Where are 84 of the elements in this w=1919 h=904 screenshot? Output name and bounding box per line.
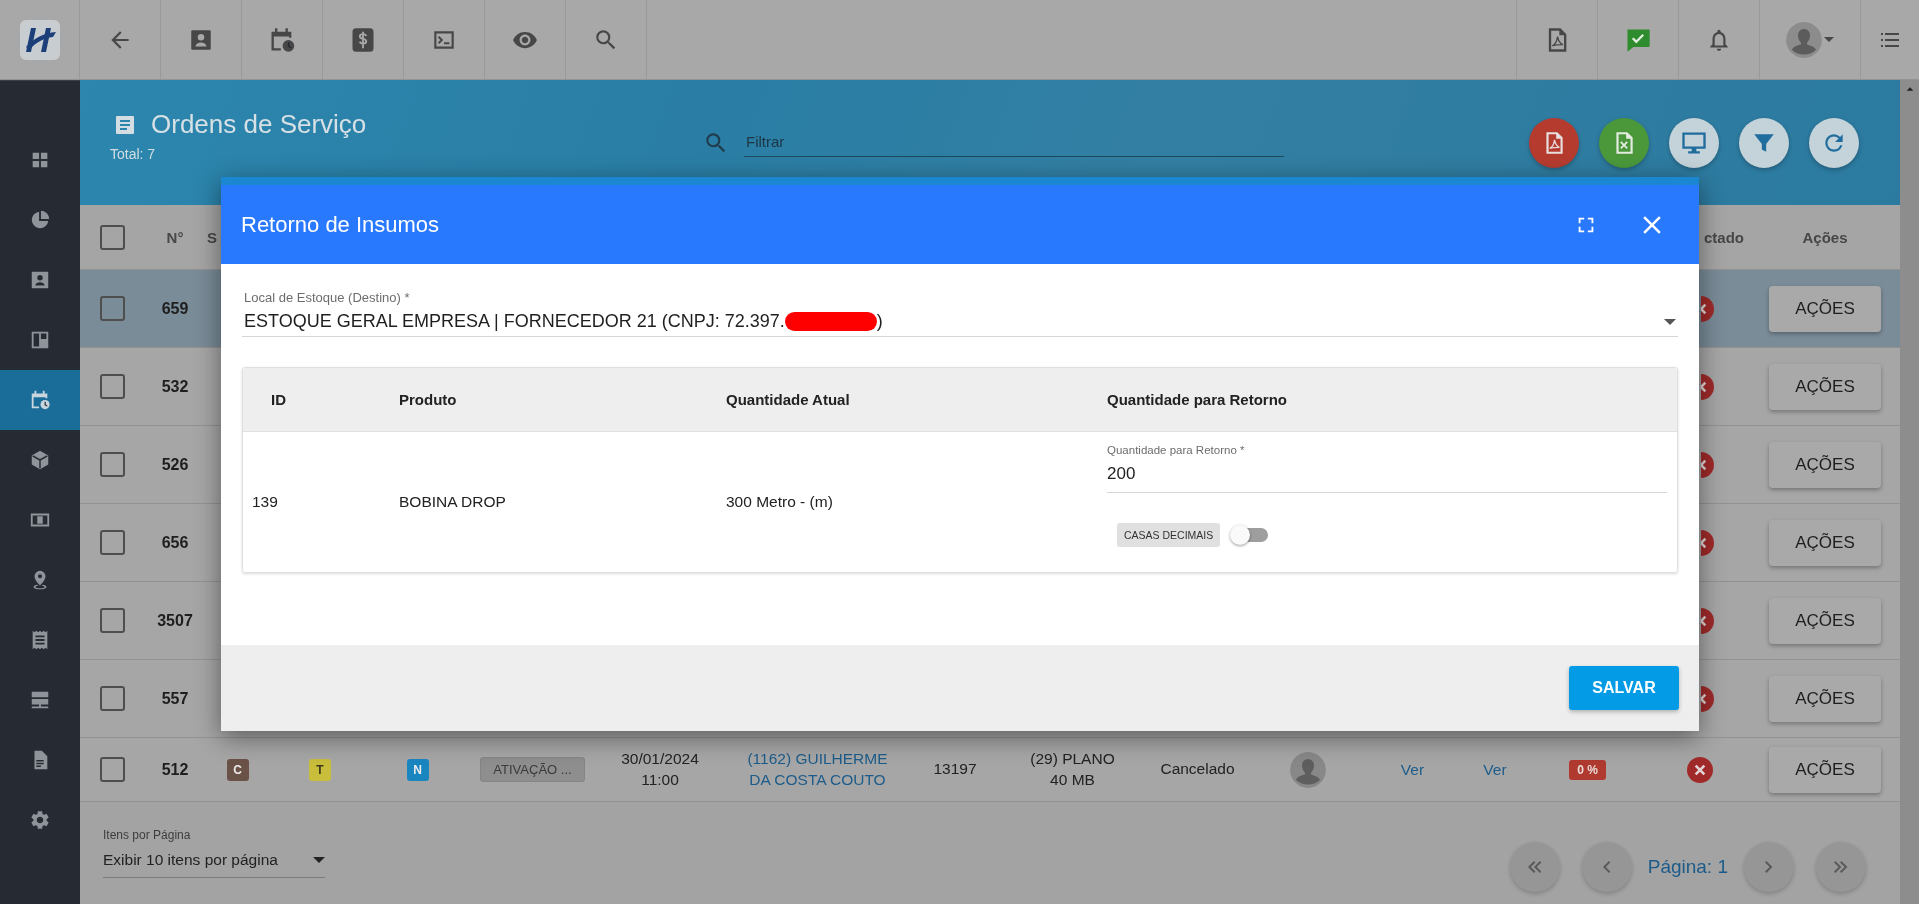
column-header: Ações: [1802, 228, 1848, 246]
decimals-label: CASAS DECIMAIS: [1117, 523, 1221, 547]
checkbox[interactable]: [100, 686, 125, 711]
cancel-icon: [1701, 607, 1714, 634]
cancel-icon: [1701, 685, 1714, 712]
table-cell: 13197: [933, 759, 977, 780]
cancel-icon: [1701, 373, 1714, 400]
page-title: Ordens de Serviço: [151, 109, 367, 140]
chevron-right-icon: [1765, 861, 1773, 873]
checkbox[interactable]: [100, 296, 125, 321]
checkbox[interactable]: [100, 757, 125, 782]
double-chevron-left-icon: [1528, 861, 1542, 873]
table-cell-text: 300 Metro - (m): [726, 493, 834, 511]
cancel-icon: [1701, 529, 1714, 556]
last-page-button[interactable]: [1816, 842, 1866, 892]
page-indicator: Página: 1: [1647, 856, 1728, 878]
column-header: ID: [270, 391, 287, 408]
checkbox[interactable]: [100, 224, 125, 250]
caret-icon: [313, 857, 325, 863]
avatar-icon: [1289, 751, 1326, 788]
decimals-switch[interactable]: [1230, 523, 1269, 547]
table-cell-text: (29) PLANO 40 MB: [1029, 749, 1116, 790]
logo-icon: [19, 19, 60, 60]
order-number: 532: [161, 377, 189, 396]
double-chevron-right-icon: [1834, 861, 1848, 873]
filter-button[interactable]: [1739, 117, 1789, 168]
table-cell-text: 139: [251, 493, 279, 511]
column-header: Quantidade Atual: [726, 391, 851, 408]
page-size-select[interactable]: Itens por Página Exibir 10 itens por página: [103, 828, 325, 878]
pie-chart-icon: [29, 209, 51, 231]
avatar-icon: [1786, 21, 1822, 58]
actions-button[interactable]: AÇÕES: [1769, 285, 1881, 332]
caret-icon: [1824, 37, 1834, 42]
total-count: Total: 7: [110, 146, 157, 162]
category-tag: ATIVAÇÃO ...: [480, 757, 585, 782]
order-number: 659: [161, 299, 189, 318]
table-cell: Cancelado: [1160, 759, 1235, 780]
column-header: Produto: [399, 391, 458, 408]
checkbox[interactable]: [100, 608, 125, 633]
actions-button[interactable]: AÇÕES: [1769, 519, 1881, 566]
checkbox[interactable]: [100, 374, 125, 399]
display-button[interactable]: [1669, 117, 1719, 168]
board-icon: [29, 329, 51, 351]
sidebar-item[interactable]: [0, 370, 80, 430]
actions-button[interactable]: AÇÕES: [1769, 675, 1881, 722]
caret-icon: [1664, 318, 1676, 325]
table-cell-text: 30/01/2024 11:00: [620, 749, 700, 790]
settings-icon: [29, 809, 51, 831]
actions-button[interactable]: AÇÕES: [1769, 363, 1881, 410]
dialog-title: Retorno de Insumos: [241, 211, 441, 238]
order-number: 557: [161, 689, 189, 708]
quantity-field[interactable]: Quantidade para Retorno * 200: [1107, 444, 1667, 493]
search-field[interactable]: Filtrar: [744, 128, 1284, 157]
table-cell-text: BOBINA DROP: [399, 493, 507, 511]
refresh-button[interactable]: [1809, 117, 1859, 168]
cancel-icon: [1687, 756, 1713, 783]
server-icon: [29, 689, 51, 711]
order-number: 656: [161, 533, 189, 552]
spreadsheet-export-button[interactable]: [1599, 117, 1649, 168]
contact-card-icon: [29, 269, 51, 291]
box-icon: [29, 449, 51, 471]
cancel-icon: [1701, 451, 1714, 478]
column-header: Quantidade para Retorno: [1107, 391, 1289, 408]
calendar-clock-icon: [29, 389, 51, 411]
progress-badge: 0 %: [1569, 759, 1606, 780]
checkbox[interactable]: [100, 452, 125, 477]
scrollbar[interactable]: [1900, 80, 1919, 904]
stock-location-select[interactable]: Local de Estoque (Destino) * ESTOQUE GERAL EMPRESA | FORNECEDOR 21 (CNPJ: 72.397. ): [242, 290, 1678, 337]
tag: N: [406, 758, 429, 781]
column-header: ctado: [1703, 228, 1744, 246]
pdf-export-button[interactable]: [1529, 117, 1579, 168]
cancel-icon: [1701, 295, 1714, 322]
actions-button[interactable]: AÇÕES: [1769, 441, 1881, 488]
tag: C: [226, 758, 249, 781]
chevron-left-icon: [1603, 861, 1611, 873]
actions-button[interactable]: AÇÕES: [1769, 597, 1881, 644]
order-number: 512: [161, 760, 189, 779]
order-number: 3507: [157, 611, 193, 630]
order-number: 526: [161, 455, 189, 474]
actions-button[interactable]: AÇÕES: [1769, 746, 1881, 793]
tag: T: [309, 758, 331, 781]
column-header: N°: [166, 228, 184, 246]
column-header: S: [206, 228, 217, 246]
checkbox[interactable]: [100, 530, 125, 555]
